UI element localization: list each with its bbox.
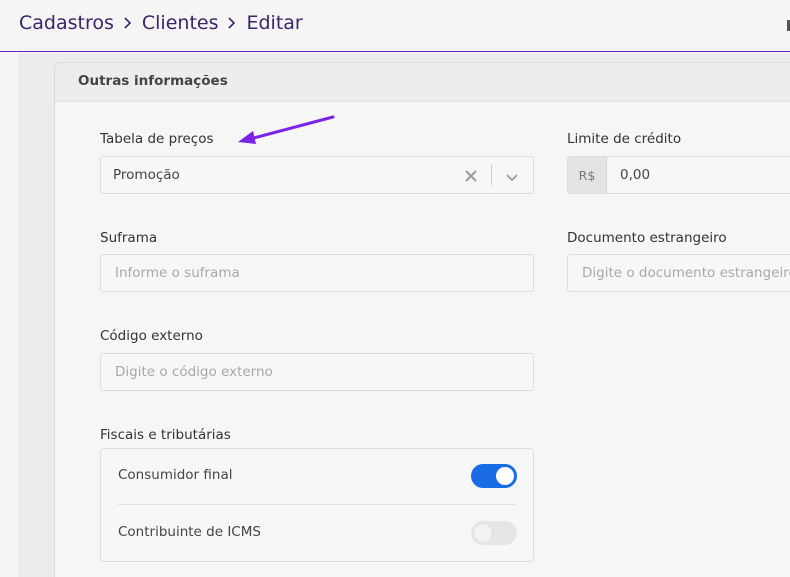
top-bar: Cadastros Clientes Editar xyxy=(0,0,790,52)
arrow-icon xyxy=(238,115,335,144)
breadcrumb-item-clientes[interactable]: Clientes xyxy=(142,12,219,34)
credit-limit-input[interactable]: R$ 0,00 xyxy=(567,156,790,194)
fiscal-section-label: Fiscais e tributárias xyxy=(100,427,231,443)
suframa-placeholder: Informe o suframa xyxy=(115,265,240,281)
toggle-knob xyxy=(474,524,492,542)
price-table-label: Tabela de preços xyxy=(100,131,214,147)
card-title: Outras informações xyxy=(78,73,228,89)
suframa-input[interactable]: Informe o suframa xyxy=(100,254,534,292)
icms-contributor-toggle[interactable] xyxy=(471,521,517,545)
final-consumer-label: Consumidor final xyxy=(118,467,233,483)
suframa-label: Suframa xyxy=(100,230,158,246)
final-consumer-toggle[interactable] xyxy=(471,464,517,488)
breadcrumb-item-editar: Editar xyxy=(246,12,303,34)
card-header: Outras informações xyxy=(55,63,790,102)
currency-prefix: R$ xyxy=(568,157,607,193)
toggle-knob xyxy=(496,467,514,485)
foreign-document-placeholder: Digite o documento estrangeiro xyxy=(582,265,790,281)
divider xyxy=(118,504,516,505)
breadcrumb: Cadastros Clientes Editar xyxy=(19,12,303,34)
external-code-label: Código externo xyxy=(100,328,203,344)
chevron-down-icon[interactable] xyxy=(505,169,519,182)
fiscal-options-box: Consumidor final Contribuinte de ICMS xyxy=(100,448,534,562)
price-table-select[interactable]: Promoção xyxy=(100,156,534,194)
select-divider xyxy=(491,165,492,185)
credit-limit-label: Limite de crédito xyxy=(567,131,682,147)
icms-contributor-label: Contribuinte de ICMS xyxy=(118,524,261,540)
external-code-placeholder: Digite o código externo xyxy=(115,364,273,380)
external-code-input[interactable]: Digite o código externo xyxy=(100,353,534,391)
breadcrumb-item-cadastros[interactable]: Cadastros xyxy=(19,12,114,34)
chevron-right-icon xyxy=(123,16,133,30)
credit-limit-value: 0,00 xyxy=(620,167,651,183)
close-icon[interactable] xyxy=(464,168,478,182)
chevron-right-icon xyxy=(227,16,237,30)
foreign-document-input[interactable]: Digite o documento estrangeiro xyxy=(567,254,790,292)
foreign-document-label: Documento estrangeiro xyxy=(567,230,727,246)
price-table-value: Promoção xyxy=(113,167,180,183)
